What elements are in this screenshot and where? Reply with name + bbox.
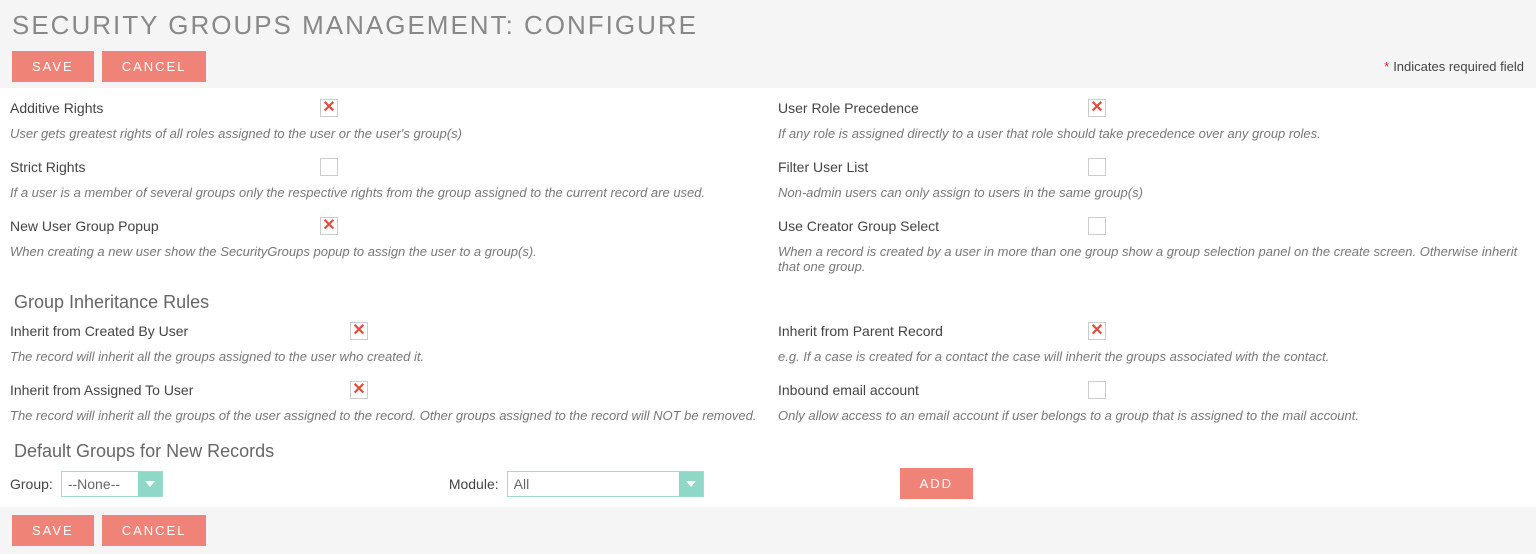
top-button-row: SAVE CANCEL: [12, 51, 206, 82]
required-note-text: Indicates required field: [1393, 59, 1524, 74]
options-row-2: Inherit from Created By User ✕ The recor…: [10, 317, 1526, 435]
field-inbound-email: Inbound email account ✕ Only allow acces…: [778, 376, 1526, 433]
inbound-email-checkbox[interactable]: ✕: [1088, 381, 1106, 399]
section-defaults-title: Default Groups for New Records: [10, 435, 1526, 466]
content: Additive Rights ✕ User gets greatest rig…: [0, 88, 1536, 507]
creator-group-select-label: Use Creator Group Select: [778, 218, 1088, 234]
module-block: Module: All: [449, 471, 704, 497]
bottom-button-row: SAVE CANCEL: [12, 515, 1524, 546]
inherit-parent-checkbox[interactable]: ✕: [1088, 322, 1106, 340]
filter-user-list-desc: Non-admin users can only assign to users…: [778, 181, 1526, 210]
inherit-assigned-to-desc: The record will inherit all the groups o…: [10, 404, 758, 433]
inherit-assigned-to-label: Inherit from Assigned To User: [10, 382, 350, 398]
field-inherit-parent: Inherit from Parent Record ✕ e.g. If a c…: [778, 317, 1526, 374]
options-row-1: Additive Rights ✕ User gets greatest rig…: [10, 94, 1526, 286]
new-user-popup-desc: When creating a new user show the Securi…: [10, 240, 758, 269]
group-select[interactable]: --None--: [62, 472, 162, 496]
strict-rights-desc: If a user is a member of several groups …: [10, 181, 758, 210]
page-header: SECURITY GROUPS MANAGEMENT: CONFIGURE SA…: [0, 0, 1536, 88]
defaults-row: Group: --None-- Module: All ADD: [10, 466, 1526, 507]
field-inherit-assigned-to: Inherit from Assigned To User ✕ The reco…: [10, 376, 758, 433]
module-select[interactable]: All: [508, 472, 703, 496]
inherit-created-by-checkbox[interactable]: ✕: [350, 322, 368, 340]
inherit-created-by-desc: The record will inherit all the groups a…: [10, 345, 758, 374]
cancel-button-bottom[interactable]: CANCEL: [102, 515, 207, 546]
group-select-wrap: --None--: [61, 471, 163, 497]
x-icon: ✕: [352, 382, 365, 398]
field-user-role-precedence: User Role Precedence ✕ If any role is as…: [778, 94, 1526, 151]
field-additive-rights: Additive Rights ✕ User gets greatest rig…: [10, 94, 758, 151]
creator-group-select-checkbox[interactable]: ✕: [1088, 217, 1106, 235]
user-role-precedence-desc: If any role is assigned directly to a us…: [778, 122, 1526, 151]
header-row: SAVE CANCEL * Indicates required field: [12, 51, 1524, 82]
save-button[interactable]: SAVE: [12, 51, 94, 82]
inherit-parent-desc: e.g. If a case is created for a contact …: [778, 345, 1526, 374]
field-filter-user-list: Filter User List ✕ Non-admin users can o…: [778, 153, 1526, 210]
col-right: User Role Precedence ✕ If any role is as…: [778, 94, 1526, 286]
additive-rights-desc: User gets greatest rights of all roles a…: [10, 122, 758, 151]
x-icon: ✕: [352, 323, 365, 339]
field-new-user-popup: New User Group Popup ✕ When creating a n…: [10, 212, 758, 269]
creator-group-select-desc: When a record is created by a user in mo…: [778, 240, 1526, 284]
inherit-assigned-to-checkbox[interactable]: ✕: [350, 381, 368, 399]
field-inherit-created-by: Inherit from Created By User ✕ The recor…: [10, 317, 758, 374]
strict-rights-checkbox[interactable]: ✕: [320, 158, 338, 176]
filter-user-list-label: Filter User List: [778, 159, 1088, 175]
page-title: SECURITY GROUPS MANAGEMENT: CONFIGURE: [12, 10, 1524, 41]
inbound-email-label: Inbound email account: [778, 382, 1088, 398]
col-left: Additive Rights ✕ User gets greatest rig…: [10, 94, 758, 286]
inherit-created-by-label: Inherit from Created By User: [10, 323, 350, 339]
filter-user-list-checkbox[interactable]: ✕: [1088, 158, 1106, 176]
save-button-bottom[interactable]: SAVE: [12, 515, 94, 546]
add-button[interactable]: ADD: [900, 468, 973, 499]
group-select-label: Group:: [10, 476, 53, 492]
module-select-label: Module:: [449, 476, 499, 492]
add-block: ADD: [900, 468, 973, 499]
user-role-precedence-checkbox[interactable]: ✕: [1088, 99, 1106, 117]
section-inheritance-title: Group Inheritance Rules: [10, 286, 1526, 317]
user-role-precedence-label: User Role Precedence: [778, 100, 1088, 116]
x-icon: ✕: [1090, 100, 1103, 116]
module-select-wrap: All: [507, 471, 704, 497]
x-icon: ✕: [322, 218, 335, 234]
new-user-popup-checkbox[interactable]: ✕: [320, 217, 338, 235]
inbound-email-desc: Only allow access to an email account if…: [778, 404, 1526, 433]
x-icon: ✕: [1090, 323, 1103, 339]
new-user-popup-label: New User Group Popup: [10, 218, 320, 234]
field-strict-rights: Strict Rights ✕ If a user is a member of…: [10, 153, 758, 210]
inherit-parent-label: Inherit from Parent Record: [778, 323, 1088, 339]
strict-rights-label: Strict Rights: [10, 159, 320, 175]
required-note: * Indicates required field: [1384, 59, 1524, 74]
required-star-icon: *: [1384, 59, 1389, 74]
inherit-col-left: Inherit from Created By User ✕ The recor…: [10, 317, 758, 435]
field-creator-group-select: Use Creator Group Select ✕ When a record…: [778, 212, 1526, 284]
cancel-button[interactable]: CANCEL: [102, 51, 207, 82]
additive-rights-checkbox[interactable]: ✕: [320, 99, 338, 117]
x-icon: ✕: [322, 100, 335, 116]
footer-bar: SAVE CANCEL: [0, 507, 1536, 554]
additive-rights-label: Additive Rights: [10, 100, 320, 116]
inherit-col-right: Inherit from Parent Record ✕ e.g. If a c…: [778, 317, 1526, 435]
